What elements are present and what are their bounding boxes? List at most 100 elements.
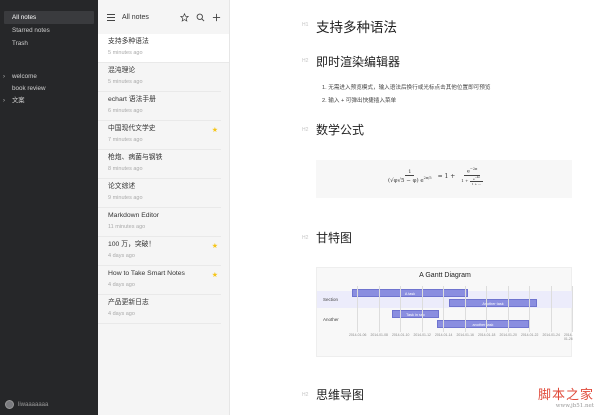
folder-label: 文案 [12,97,25,104]
list-item[interactable]: 支持多种语法 5 minutes ago [98,34,229,63]
heading-mindmap[interactable]: 思维导图 [316,386,364,403]
note-title: echart 语法手册 [108,96,156,103]
heading-gantt[interactable]: 甘特图 [316,229,352,246]
heading-math[interactable]: 数学公式 [316,121,364,138]
chevron-right-icon[interactable]: › [3,95,12,107]
heading-live-render[interactable]: 即时渲染编辑器 [316,53,400,70]
folder-book-review[interactable]: book review [0,83,98,95]
gantt-axis-tick: 2014-01-26 [564,333,573,341]
list-item[interactable]: How to Take Smart Notes 4 days ago ★ [98,266,221,295]
note-time: 4 days ago [108,311,135,317]
sidebar: All notes Starred notes Trash › welcome … [0,0,98,415]
note-time: 9 minutes ago [108,195,143,201]
gantt-task-bar: another task [437,320,529,328]
star-icon[interactable]: ★ [212,242,218,250]
gantt-axis-tick: 2014-01-20 [499,333,517,337]
heading-level-marker: H2 [302,58,309,64]
list-item[interactable]: echart 语法手册 6 minutes ago [98,92,221,121]
ordered-list[interactable]: 1. 无需进入预览模式，输入语法后换行或光标点击其他位置即可预览 2. 输入 +… [322,82,490,108]
gantt-axis-tick: 2014-01-12 [413,333,431,337]
note-list: All notes 支持多种语法 5 minutes ago 混沌理论 5 mi… [98,0,230,415]
gantt-gridline [507,286,509,332]
folder-welcome[interactable]: › welcome [0,71,98,83]
watermark-logo: 脚本之家 www.jb51.net [502,384,594,409]
note-title: 支持多种语法 [108,38,149,45]
nav-trash[interactable]: Trash [0,37,98,50]
note-title: 混沌理论 [108,67,136,74]
math-formula: 1 (√φ√5 − φ) e2π/5 = 1 + e−2π 1 + e−4π 1 + … [388,167,483,186]
heading-level-marker: H1 [302,22,309,28]
username: liwaaaaaaa [18,401,49,408]
gantt-axis-tick: 2014-01-18 [478,333,496,337]
gantt-task-bar: A task [352,289,468,297]
folder-tree: › welcome book review › 文案 [0,71,98,107]
gantt-section-label: Section [323,297,339,302]
editor-pane[interactable]: H1 支持多种语法 H2 即时渲染编辑器 1. 无需进入预览模式，输入语法后换行… [230,0,600,415]
note-time: 7 minutes ago [108,137,143,143]
gantt-gridline [443,286,444,332]
note-time: 4 days ago [108,253,135,259]
note-time: 4 days ago [108,282,135,288]
gantt-axis-tick: 2014-01-14 [435,333,453,337]
gantt-gridline [529,286,530,332]
list-item[interactable]: 枪炮、病菌与钢铁 8 minutes ago [98,150,221,179]
heading-h1[interactable]: 支持多种语法 [316,16,397,36]
list-item[interactable]: 论文综述 9 minutes ago [98,179,221,208]
add-note-icon[interactable] [211,12,221,22]
note-time: 11 minutes ago [108,224,146,230]
math-formula-block[interactable]: 1 (√φ√5 − φ) e2π/5 = 1 + e−2π 1 + e−4π 1 + … [316,160,572,198]
note-time: 5 minutes ago [108,50,143,56]
nav-starred-notes[interactable]: Starred notes [0,24,98,37]
folder-label: welcome [12,73,37,80]
star-icon[interactable]: ★ [212,271,218,279]
gantt-gridline [572,286,573,332]
heading-level-marker: H2 [302,235,309,241]
watermark-title: 脚本之家 [537,388,594,403]
notes-container: 支持多种语法 5 minutes ago 混沌理论 5 minutes ago … [98,34,229,324]
note-list-title: All notes [122,13,149,21]
note-title: 100 万，突破！ [108,241,156,248]
watermark-url: www.jb51.net [555,403,594,409]
list-item[interactable]: 100 万，突破！ 4 days ago ★ [98,237,221,266]
folder-copywriting[interactable]: › 文案 [0,95,98,107]
gantt-axis-tick: 2014-01-08 [370,333,388,337]
note-list-header: All notes [98,0,229,34]
gantt-axis-tick: 2014-01-10 [392,333,410,337]
note-time: 6 minutes ago [108,108,143,114]
note-title: 产品更新日志 [108,299,149,306]
list-item-2: 2. 输入 + 可弹出快捷插入菜单 [322,98,397,104]
list-item-1: 1. 无需进入预览模式，输入语法后换行或光标点击其他位置即可预览 [322,85,491,91]
gantt-gridline [486,286,487,332]
menu-icon[interactable] [106,12,116,22]
gantt-gridline [550,286,552,332]
gantt-gridline [400,286,401,332]
note-title: How to Take Smart Notes [108,270,185,277]
star-icon[interactable]: ★ [212,126,218,134]
heading-level-marker: H2 [302,392,309,398]
nav-all-notes[interactable]: All notes [4,11,94,24]
note-title: Markdown Editor [108,212,159,219]
gantt-section-label: Another [323,317,339,322]
note-title: 枪炮、病菌与钢铁 [108,154,163,161]
star-outline-icon[interactable] [179,12,189,22]
note-title: 论文综述 [108,183,136,190]
avatar [5,400,14,409]
gantt-axis-tick: 2014-01-06 [349,333,367,337]
search-icon[interactable] [195,12,205,22]
chevron-right-icon[interactable]: › [3,71,12,83]
list-item[interactable]: 中国现代文学史 7 minutes ago ★ [98,121,221,150]
gantt-axis-tick: 2014-01-22 [521,333,539,337]
list-item[interactable]: 产品更新日志 4 days ago [98,295,221,324]
gantt-diagram[interactable]: A Gantt Diagram Section Another A task A… [316,267,573,357]
folder-label: book review [12,85,46,92]
gantt-gridline [357,286,358,332]
gantt-gridline [464,286,466,332]
gantt-axis-tick: 2014-01-16 [456,333,474,337]
user-account[interactable]: liwaaaaaaa [5,400,48,409]
list-item[interactable]: Markdown Editor 11 minutes ago [98,208,221,237]
list-item[interactable]: 混沌理论 5 minutes ago [98,63,221,92]
gantt-task-bar: Another task [449,299,537,307]
gantt-gridline [421,286,423,332]
heading-level-marker: H2 [302,127,309,133]
note-time: 8 minutes ago [108,166,143,172]
